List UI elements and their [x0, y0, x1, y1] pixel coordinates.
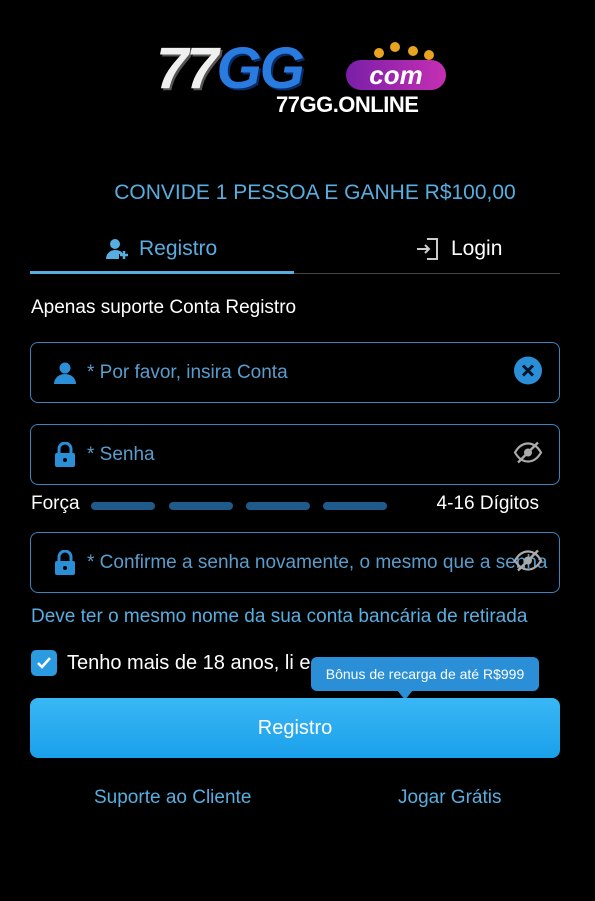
- customer-support-link[interactable]: Suporte ao Cliente: [94, 787, 251, 809]
- play-free-link[interactable]: Jogar Grátis: [398, 787, 501, 809]
- active-tab-indicator: [30, 271, 294, 274]
- confirm-password-field: [30, 532, 560, 593]
- eye-hidden-icon[interactable]: [513, 440, 543, 469]
- promo-banner: CONVIDE 1 PESSOA E GANHE R$100,00: [114, 181, 516, 204]
- logo-wordmark: 77GG: [156, 36, 305, 101]
- brand-logo: 77GG com 77GG.ONLINE: [150, 38, 460, 120]
- login-door-icon: [417, 238, 438, 260]
- logo-com-badge: com: [346, 60, 446, 90]
- confirm-password-input[interactable]: [87, 551, 559, 574]
- eye-hidden-icon[interactable]: [513, 548, 543, 577]
- account-input[interactable]: [87, 361, 559, 384]
- user-plus-icon: [106, 239, 128, 259]
- bank-name-warning: Deve ter o mesmo nome da sua conta bancá…: [31, 606, 528, 627]
- password-input[interactable]: [87, 443, 559, 466]
- strength-bar: [91, 502, 155, 510]
- user-icon: [54, 362, 76, 384]
- clear-icon[interactable]: [513, 355, 543, 390]
- bonus-tooltip: Bônus de recarga de até R$999: [311, 657, 539, 700]
- agree-checkbox[interactable]: [31, 650, 57, 676]
- register-button[interactable]: Registro: [30, 698, 560, 758]
- tab-login[interactable]: Login: [415, 226, 502, 272]
- strength-bar: [323, 502, 387, 510]
- lock-icon: [55, 549, 75, 575]
- tab-registro[interactable]: Registro: [105, 226, 217, 272]
- auth-tabs: Registro Login: [30, 226, 560, 274]
- account-field: [30, 342, 560, 403]
- logo-domain: 77GG.ONLINE: [276, 92, 419, 117]
- password-field: [30, 424, 560, 485]
- strength-bar: [246, 502, 310, 510]
- lock-icon: [55, 441, 75, 467]
- age-agreement: Tenho mais de 18 anos, li e: [31, 650, 311, 676]
- strength-bar: [169, 502, 233, 510]
- agree-text: Tenho mais de 18 anos, li e: [67, 651, 311, 674]
- coins-decoration: [368, 42, 438, 62]
- strength-digits: 4-16 Dígitos: [436, 493, 539, 514]
- strength-label: Força: [31, 493, 80, 514]
- password-strength: Força 4-16 Dígitos: [31, 493, 561, 517]
- tab-login-label: Login: [451, 237, 503, 260]
- check-icon: [37, 657, 51, 669]
- tab-registro-label: Registro: [139, 237, 218, 260]
- register-note: Apenas suporte Conta Registro: [31, 297, 297, 318]
